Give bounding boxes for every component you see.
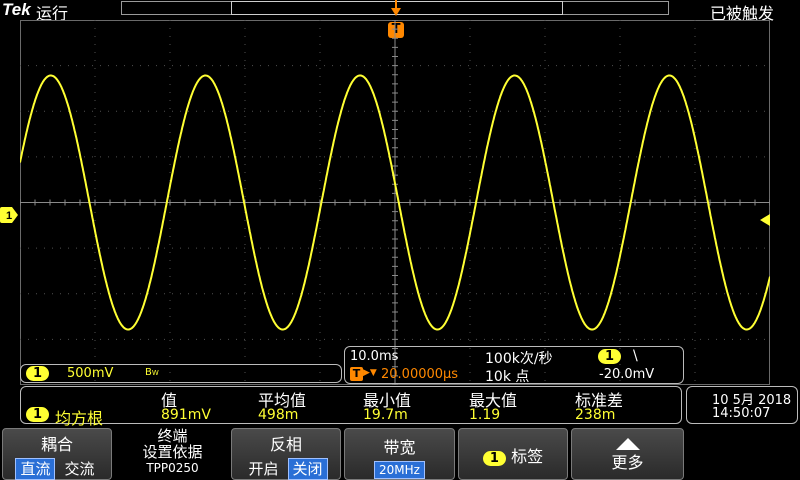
horizontal-readout[interactable]: 10.0ms 100k次/秒 1 \ T ▶▼ 20.00000µs 10k 点… — [344, 346, 684, 385]
more-button[interactable]: 更多 — [571, 428, 684, 480]
measurement-value: 891mV — [161, 407, 211, 423]
measurement-max: 1.19 — [469, 407, 501, 423]
bandwidth-title: 带宽 — [383, 438, 416, 457]
trigger-source-badge: 1 — [598, 349, 622, 364]
sample-rate: 100k次/秒 — [485, 351, 553, 367]
trigger-level: -20.0mV — [599, 367, 655, 382]
time-display: 14:50:07 — [712, 406, 771, 421]
bandwidth-button[interactable]: 带宽 20MHz — [344, 428, 455, 480]
trigger-slope-icon: \ — [633, 348, 638, 364]
coupling-button[interactable]: 耦合 直流 交流 — [2, 428, 112, 480]
termination-subtitle: 设置依据 — [142, 443, 203, 461]
invert-title: 反相 — [269, 435, 302, 454]
bandwidth-limit-flag: BW — [145, 367, 159, 378]
invert-on-option[interactable]: 开启 — [244, 459, 282, 479]
datetime-panel[interactable]: 10 5月 2018 14:50:07 — [686, 386, 798, 424]
coupling-ac-option[interactable]: 交流 — [61, 459, 99, 479]
coupling-title: 耦合 — [40, 435, 73, 454]
termination-title: 终端 — [157, 427, 188, 445]
triangle-up-icon — [572, 435, 683, 450]
horizontal-position: 20.00000µs — [381, 367, 459, 382]
trigger-position-icon[interactable] — [389, 0, 403, 20]
more-title: 更多 — [611, 453, 644, 472]
bandwidth-value: 20MHz — [374, 461, 425, 479]
record-length: 10k 点 — [485, 369, 530, 385]
measurement-mean: 498m — [258, 407, 299, 423]
position-t-icon: T — [350, 367, 363, 381]
graticule-grid — [20, 20, 770, 385]
measurement-panel[interactable]: 值 平均值 最小值 最大值 标准差 1 均方根 891mV 498m 19.7m… — [20, 386, 682, 428]
invert-off-option[interactable]: 关闭 — [287, 458, 328, 480]
coupling-dc-option[interactable]: 直流 — [15, 458, 56, 480]
channel1-scale: 500mV — [67, 366, 114, 381]
label-button[interactable]: 1 标签 — [458, 428, 568, 480]
waveform-display[interactable] — [20, 20, 770, 385]
channel1-ground-marker[interactable]: 1 — [0, 207, 18, 223]
brand-logo: Tek — [2, 0, 31, 19]
label-title: 标签 — [511, 447, 544, 466]
measurement-stddev: 238m — [575, 407, 616, 423]
measurement-channel-badge: 1 — [26, 407, 50, 422]
timebase-value: 10.0ms — [350, 349, 399, 364]
position-arrow-icon: ▶▼ — [363, 368, 377, 378]
termination-probe: TPP0250 — [146, 461, 199, 475]
measurement-min: 19.7m — [363, 407, 408, 423]
channel1-readout[interactable]: 1 500mV BW — [20, 364, 342, 383]
trigger-level-marker[interactable] — [760, 211, 770, 226]
channel1-badge: 1 — [26, 366, 50, 381]
svg-text:1: 1 — [6, 210, 12, 222]
termination-button[interactable]: 终端 设置依据 TPP0250 — [116, 428, 229, 480]
measurement-name: 均方根 — [55, 409, 104, 428]
invert-button[interactable]: 反相 开启 关闭 — [231, 428, 341, 480]
label-channel-badge: 1 — [482, 451, 506, 466]
